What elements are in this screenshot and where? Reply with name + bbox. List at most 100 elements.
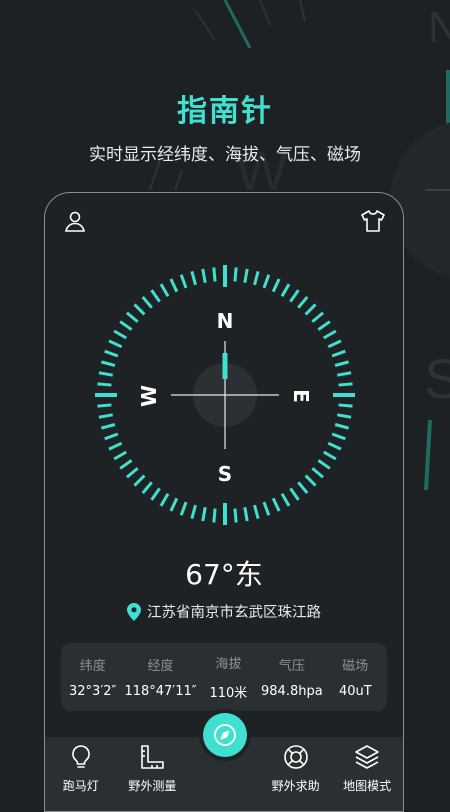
compass-tick — [337, 371, 352, 377]
compass-tick — [338, 382, 353, 387]
compass-tick — [233, 267, 238, 282]
svg-text:N: N — [428, 3, 450, 52]
compass-tick — [338, 403, 353, 408]
location-pin-icon — [127, 602, 141, 621]
compass-tick — [108, 339, 123, 349]
sensor-stats-panel: 纬度 32°3′2″ 经度 118°47′11″ 海拔 110米 气压 984.… — [61, 643, 387, 711]
compass-tick — [104, 349, 119, 358]
user-icon[interactable] — [61, 207, 89, 235]
page-subtitle: 实时显示经纬度、海拔、气压、磁场 — [89, 145, 361, 165]
compass-tick — [253, 270, 260, 286]
nav-item-field-rescue[interactable]: 野外求助 — [260, 737, 332, 811]
compass-tick — [243, 507, 249, 522]
compass-tick — [327, 339, 342, 349]
compass-tick — [179, 274, 188, 289]
compass-tick — [119, 320, 133, 331]
stat-magnetic-field: 磁场 40uT — [338, 659, 372, 699]
compass-tick — [322, 329, 337, 340]
compass-tick — [108, 441, 123, 451]
compass-tick — [113, 329, 128, 340]
compass-tick — [327, 441, 342, 451]
compass-tick — [97, 382, 112, 387]
lifebuoy-icon — [283, 745, 308, 769]
compass-tick — [212, 267, 217, 282]
compass-east-label: E — [289, 389, 313, 403]
compass-west-label: W — [137, 385, 161, 407]
compass-tick — [150, 487, 161, 501]
compass-tick — [304, 474, 317, 487]
compass-tick — [201, 268, 207, 283]
compass-tick — [289, 289, 300, 303]
compass-tick — [280, 492, 291, 507]
nav-item-map-mode[interactable]: 地图模式 — [331, 737, 403, 811]
location-row: 江苏省南京市玄武区珠江路 — [45, 601, 403, 622]
compass-tick — [243, 268, 249, 283]
compass-tick — [141, 295, 153, 309]
compass-tick — [119, 459, 133, 470]
compass-tick — [304, 303, 317, 316]
compass-tick — [125, 311, 139, 323]
compass-tick — [317, 459, 331, 470]
compass-tick — [280, 283, 291, 298]
compass-tick — [190, 504, 197, 520]
compass-tick — [169, 497, 179, 512]
compass-tick — [262, 501, 271, 516]
compass-tick — [190, 270, 197, 286]
compass-tick — [104, 432, 119, 441]
compass-tick — [289, 487, 300, 501]
compass-tick — [133, 474, 146, 487]
compass-tick — [297, 295, 309, 309]
stat-pressure: 气压 984.8hpa — [261, 659, 323, 699]
compass-icon — [214, 724, 236, 746]
location-address: 江苏省南京市玄武区珠江路 — [147, 605, 321, 621]
tshirt-icon[interactable] — [359, 207, 387, 235]
compass-south-label: S — [218, 462, 232, 486]
compass-tick — [98, 371, 113, 377]
compass-tick — [125, 467, 139, 479]
nav-item-field-measure[interactable]: 野外测量 — [117, 737, 189, 811]
compass-tick — [100, 423, 116, 430]
compass-tick — [201, 507, 207, 522]
compass-tick — [113, 450, 128, 461]
compass-tick — [233, 508, 238, 523]
compass-fab-button[interactable] — [203, 713, 247, 757]
lightbulb-icon — [71, 745, 90, 768]
compass-tick — [337, 413, 352, 419]
compass-tick — [334, 360, 350, 367]
compass-dial[interactable]: N S E W — [89, 265, 361, 537]
ruler-icon — [141, 745, 165, 769]
stat-longitude: 经度 118°47′11″ — [124, 659, 197, 699]
compass-tick — [271, 278, 281, 293]
compass-tick — [133, 303, 146, 316]
layers-icon — [355, 745, 379, 769]
compass-tick — [212, 508, 217, 523]
compass-tick — [253, 504, 260, 520]
compass-tick — [262, 274, 271, 289]
compass-tick — [334, 423, 350, 430]
compass-tick — [159, 283, 170, 298]
heading-indicator — [222, 353, 228, 379]
svg-text:S: S — [424, 347, 450, 410]
compass-tick — [322, 450, 337, 461]
compass-tick — [97, 403, 112, 408]
compass-north-label: N — [217, 309, 234, 333]
page-title: 指南针 — [177, 94, 273, 129]
stat-latitude: 纬度 32°3′2″ — [69, 659, 117, 699]
phone-mockup: N S E W 67°东 江苏省南京市玄武区珠江路 纬度 32°3′2″ 经度 … — [44, 192, 404, 812]
compass-tick — [100, 360, 116, 367]
compass-tick — [311, 467, 325, 479]
compass-tick — [331, 349, 346, 358]
compass-tick — [98, 413, 113, 419]
compass-tick — [179, 501, 188, 516]
compass-tick — [159, 492, 170, 507]
compass-tick — [271, 497, 281, 512]
stat-altitude: 海拔 110米 — [209, 657, 248, 701]
compass-tick — [311, 311, 325, 323]
compass-tick — [317, 320, 331, 331]
heading-readout: 67°东 — [185, 558, 263, 591]
compass-tick — [297, 481, 309, 495]
compass-tick — [150, 289, 161, 303]
compass-tick — [141, 481, 153, 495]
compass-tick — [331, 432, 346, 441]
nav-item-marquee[interactable]: 跑马灯 — [45, 737, 117, 811]
